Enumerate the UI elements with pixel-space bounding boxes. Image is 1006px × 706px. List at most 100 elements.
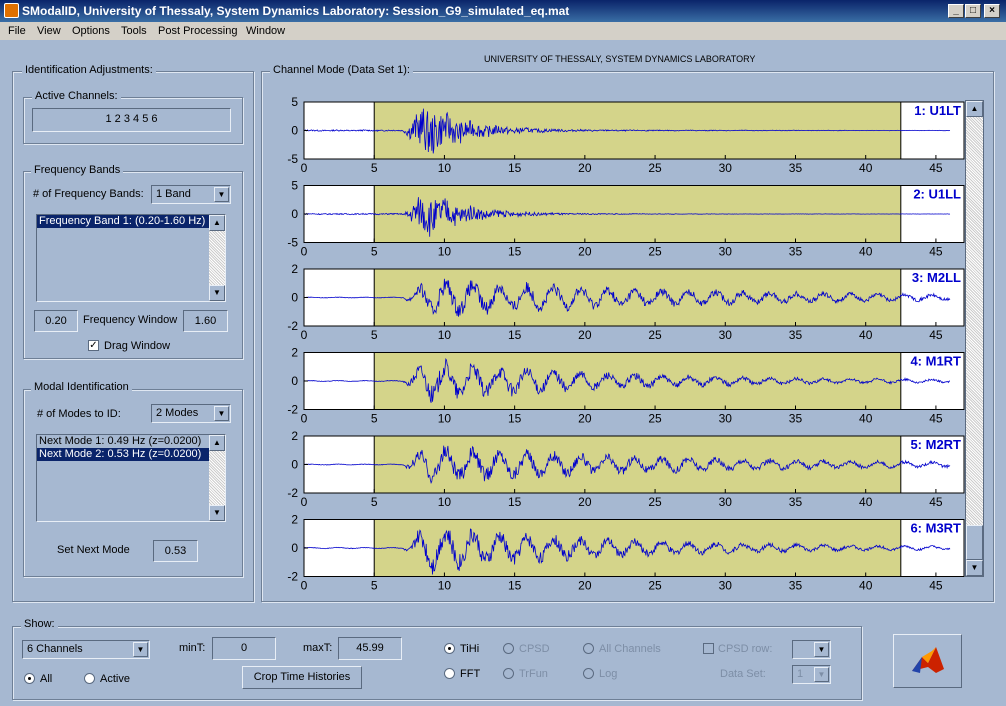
trfun-radio[interactable] bbox=[503, 668, 514, 679]
maximize-button[interactable]: □ bbox=[965, 4, 981, 18]
x-tick-label: 15 bbox=[508, 161, 522, 175]
menu-options[interactable]: Options bbox=[72, 25, 110, 37]
menu-tools[interactable]: Tools bbox=[121, 25, 147, 37]
x-tick-label: 0 bbox=[301, 328, 308, 342]
mint-input[interactable]: 0 bbox=[212, 637, 276, 660]
x-tick-label: 20 bbox=[578, 328, 592, 342]
x-tick-label: 0 bbox=[301, 495, 308, 509]
modes-list[interactable]: Next Mode 1: 0.49 Hz (z=0.0200) Next Mod… bbox=[36, 434, 226, 522]
list-item[interactable]: Frequency Band 1: (0.20-1.60 Hz) bbox=[37, 215, 225, 228]
scroll-down-icon[interactable]: ▼ bbox=[209, 505, 225, 521]
cpsd-row-select[interactable]: ▼ bbox=[792, 640, 831, 659]
plot-scrollbar[interactable]: ▲ ▼ bbox=[965, 100, 984, 577]
scroll-down-icon[interactable]: ▼ bbox=[209, 285, 225, 301]
x-tick-label: 35 bbox=[789, 161, 803, 175]
tihi-label: TiHi bbox=[460, 643, 480, 655]
drag-window-checkbox[interactable]: ✓ bbox=[88, 340, 99, 351]
x-tick-label: 40 bbox=[859, 245, 873, 259]
x-tick-label: 10 bbox=[438, 579, 452, 593]
tihi-radio[interactable] bbox=[444, 643, 455, 654]
maxt-label: maxT: bbox=[303, 642, 333, 654]
menu-post-processing[interactable]: Post Processing bbox=[158, 25, 237, 37]
window-high-input[interactable]: 1.60 bbox=[183, 310, 228, 332]
crop-time-histories-button[interactable]: Crop Time Histories bbox=[242, 666, 362, 689]
x-tick-label: 40 bbox=[859, 579, 873, 593]
scroll-thumb[interactable] bbox=[966, 525, 983, 560]
x-tick-label: 10 bbox=[438, 245, 452, 259]
x-tick-label: 45 bbox=[929, 495, 943, 509]
fft-radio[interactable] bbox=[444, 668, 455, 679]
scroll-up-icon[interactable]: ▲ bbox=[209, 215, 225, 231]
channel-panel-title: Channel Mode (Data Set 1): bbox=[270, 64, 413, 76]
cpsd-radio[interactable] bbox=[503, 643, 514, 654]
cpsd-row-checkbox[interactable] bbox=[703, 643, 714, 654]
x-tick-label: 30 bbox=[719, 412, 733, 426]
window-title: SModalID, University of Thessaly, System… bbox=[22, 4, 570, 18]
chevron-down-icon: ▼ bbox=[133, 642, 148, 657]
log-radio[interactable] bbox=[583, 668, 594, 679]
y-tick-label: 0 bbox=[291, 124, 298, 138]
set-next-mode-input[interactable]: 0.53 bbox=[153, 540, 198, 562]
x-tick-label: 15 bbox=[508, 412, 522, 426]
x-tick-label: 20 bbox=[578, 495, 592, 509]
x-tick-label: 15 bbox=[508, 495, 522, 509]
scroll-up-icon[interactable]: ▲ bbox=[966, 101, 983, 117]
fft-label: FFT bbox=[460, 668, 481, 680]
x-tick-label: 45 bbox=[929, 412, 943, 426]
active-label: Active bbox=[100, 673, 130, 685]
scroll-up-icon[interactable]: ▲ bbox=[209, 435, 225, 451]
frequency-bands-list[interactable]: Frequency Band 1: (0.20-1.60 Hz) ▲ ▼ bbox=[36, 214, 226, 302]
x-tick-label: 0 bbox=[301, 412, 308, 426]
bands-scrollbar[interactable]: ▲ ▼ bbox=[209, 215, 225, 301]
x-tick-label: 25 bbox=[648, 328, 662, 342]
scroll-down-icon[interactable]: ▼ bbox=[966, 560, 983, 576]
active-channels-display: 1 2 3 4 5 6 bbox=[32, 108, 231, 132]
channels-select[interactable]: 6 Channels ▼ bbox=[22, 640, 150, 659]
menu-bar: File View Options Tools Post Processing … bbox=[0, 22, 1006, 40]
all-channels-radio[interactable] bbox=[583, 643, 594, 654]
maxt-input[interactable]: 45.99 bbox=[338, 637, 402, 660]
y-tick-label: 2 bbox=[291, 346, 298, 360]
y-tick-label: 0 bbox=[291, 207, 298, 221]
x-tick-label: 10 bbox=[438, 412, 452, 426]
list-item[interactable]: Next Mode 2: 0.53 Hz (z=0.0200) bbox=[37, 448, 225, 461]
x-tick-label: 40 bbox=[859, 328, 873, 342]
num-bands-select[interactable]: 1 Band ▼ bbox=[151, 185, 231, 204]
menu-file[interactable]: File bbox=[8, 25, 26, 37]
y-tick-label: 2 bbox=[291, 262, 298, 276]
modal-identification-title: Modal Identification bbox=[31, 381, 132, 393]
x-tick-label: 5 bbox=[371, 412, 378, 426]
menu-view[interactable]: View bbox=[37, 25, 61, 37]
active-radio[interactable] bbox=[84, 673, 95, 684]
x-tick-label: 25 bbox=[648, 245, 662, 259]
y-tick-label: -5 bbox=[287, 236, 298, 250]
x-tick-label: 10 bbox=[438, 161, 452, 175]
y-tick-label: 5 bbox=[291, 95, 298, 109]
set-next-mode-label: Set Next Mode bbox=[57, 544, 130, 556]
matlab-logo-button[interactable] bbox=[893, 634, 962, 688]
close-button[interactable]: × bbox=[984, 4, 1000, 18]
chevron-down-icon: ▼ bbox=[214, 406, 229, 421]
x-tick-label: 35 bbox=[789, 412, 803, 426]
data-set-select[interactable]: 1 ▼ bbox=[792, 665, 831, 684]
menu-window[interactable]: Window bbox=[246, 25, 285, 37]
modes-scrollbar[interactable]: ▲ ▼ bbox=[209, 435, 225, 521]
y-tick-label: 0 bbox=[291, 541, 298, 555]
trfun-label: TrFun bbox=[519, 668, 548, 680]
x-tick-label: 15 bbox=[508, 579, 522, 593]
list-item[interactable]: Next Mode 1: 0.49 Hz (z=0.0200) bbox=[37, 435, 225, 448]
y-tick-label: 2 bbox=[291, 429, 298, 443]
window-low-input[interactable]: 0.20 bbox=[34, 310, 78, 332]
title-bar: SModalID, University of Thessaly, System… bbox=[0, 0, 1006, 22]
frequency-window-label: Frequency Window bbox=[83, 314, 178, 326]
y-tick-label: -2 bbox=[287, 403, 298, 417]
x-tick-label: 5 bbox=[371, 328, 378, 342]
identification-title: Identification Adjustments: bbox=[22, 64, 156, 76]
x-tick-label: 0 bbox=[301, 161, 308, 175]
minimize-button[interactable]: _ bbox=[948, 4, 964, 18]
all-radio[interactable] bbox=[24, 673, 35, 684]
x-tick-label: 10 bbox=[438, 495, 452, 509]
num-modes-select[interactable]: 2 Modes ▼ bbox=[151, 404, 231, 423]
channel-label: 3: M2LL bbox=[912, 270, 961, 285]
frequency-window-highlight bbox=[373, 519, 902, 577]
